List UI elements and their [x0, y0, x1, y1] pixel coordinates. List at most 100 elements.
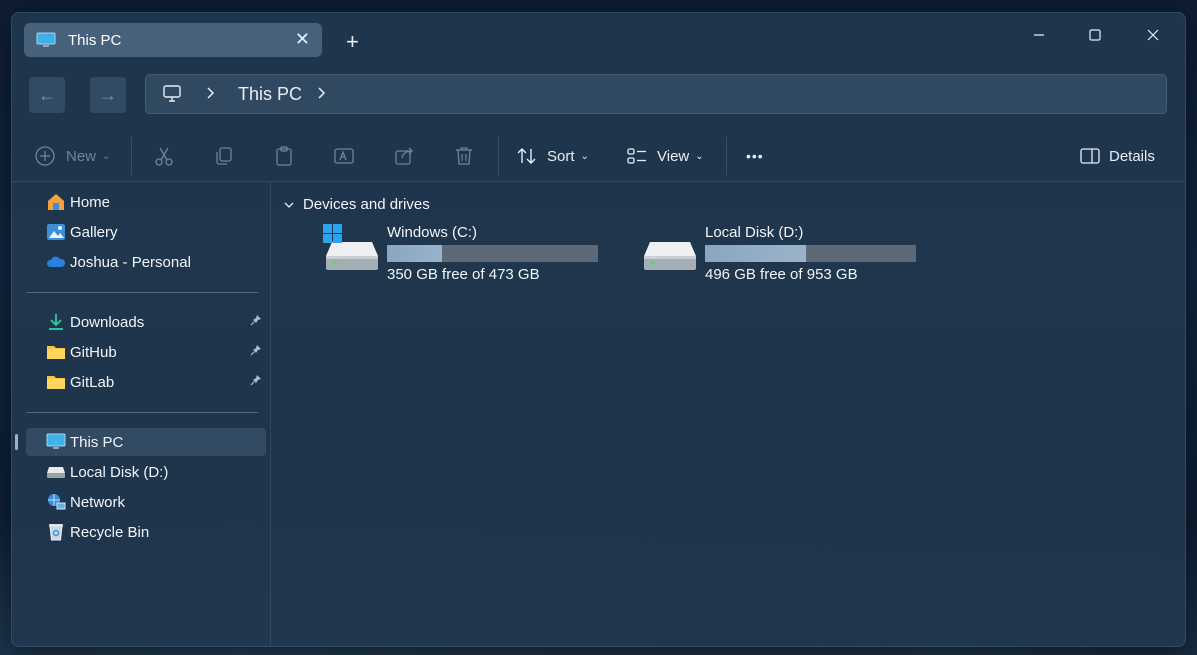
new-button[interactable]: New ⌄: [34, 143, 110, 169]
details-label: Details: [1109, 147, 1155, 165]
drive-usage-bar: [387, 245, 598, 262]
folder-icon: [46, 372, 66, 392]
sidebar-item-label: GitHub: [70, 343, 117, 361]
sidebar-divider: [26, 412, 258, 413]
pin-icon[interactable]: [250, 374, 262, 389]
tab-this-pc[interactable]: This PC ✕: [24, 23, 322, 57]
command-bar: New ⌄ Sort ⌄ View ⌄ ••• Details: [12, 131, 1185, 182]
view-button[interactable]: View ⌄: [626, 143, 704, 169]
sidebar-item-label: Recycle Bin: [70, 523, 150, 541]
clipboard-icon: [276, 146, 292, 166]
sidebar-item-label: Local Disk (D:): [70, 463, 169, 481]
drive-free-space: 496 GB free of 953 GB: [705, 266, 858, 283]
view-list-icon: [627, 148, 646, 164]
sidebar-item-home[interactable]: Home: [26, 188, 266, 216]
new-tab-button[interactable]: +: [346, 31, 359, 53]
folder-icon: [46, 342, 66, 362]
drive-name: Local Disk (D:): [705, 224, 804, 241]
scissors-icon: [155, 147, 173, 166]
home-icon: [46, 192, 66, 212]
more-options-button[interactable]: •••: [746, 143, 764, 169]
active-indicator: [15, 434, 18, 450]
sidebar-divider: [26, 292, 258, 293]
sidebar-item-label: GitLab: [70, 373, 115, 391]
pin-icon[interactable]: [250, 314, 262, 329]
chevron-right-icon[interactable]: [206, 83, 216, 108]
content-pane: Devices and drives Windows (C:) 350 GB f…: [271, 182, 1185, 646]
back-button[interactable]: ←: [29, 77, 65, 113]
details-button[interactable]: Details: [1079, 143, 1155, 169]
view-label: View: [657, 147, 690, 165]
drive-tile-windows-c[interactable]: Windows (C:) 350 GB free of 473 GB: [323, 224, 623, 294]
chevron-right-icon[interactable]: [317, 83, 327, 108]
close-tab-icon[interactable]: ✕: [295, 29, 310, 50]
drive-icon: [46, 462, 66, 482]
drive-free-space: 350 GB free of 473 GB: [387, 266, 540, 283]
breadcrumb-this-pc[interactable]: This PC: [238, 84, 302, 105]
maximize-button[interactable]: [1075, 23, 1115, 47]
sidebar-item-downloads[interactable]: Downloads: [26, 308, 266, 336]
new-label: New: [66, 147, 97, 165]
title-bar: This PC ✕ +: [12, 13, 1185, 63]
rename-icon: [334, 148, 354, 164]
drive-usage-fill: [705, 245, 807, 262]
pin-icon[interactable]: [250, 344, 262, 359]
drive-usage-bar: [705, 245, 916, 262]
drive-name: Windows (C:): [387, 224, 478, 241]
share-button[interactable]: [393, 143, 415, 169]
group-header-devices[interactable]: Devices and drives: [283, 196, 430, 213]
copy-button[interactable]: [213, 143, 235, 169]
windows-drive-icon: [323, 224, 381, 279]
address-bar[interactable]: This PC: [145, 74, 1167, 114]
sidebar-item-this-pc[interactable]: This PC: [26, 428, 266, 456]
sidebar-item-label: Home: [70, 193, 111, 211]
file-explorer-window: This PC ✕ + ← → This PC New ⌄ Sort ⌄ Vie…: [11, 12, 1186, 647]
sidebar-item-label: This PC: [70, 433, 124, 451]
chevron-down-icon: [284, 202, 294, 208]
sort-icon: [517, 148, 536, 164]
toolbar-divider: [498, 137, 499, 175]
trash-icon: [456, 147, 472, 165]
minimize-button[interactable]: [1019, 23, 1059, 47]
sidebar-item-recycle-bin[interactable]: Recycle Bin: [26, 518, 266, 546]
onedrive-icon: [46, 252, 66, 272]
recycle-bin-icon: [46, 522, 66, 542]
monitor-icon: [36, 32, 56, 48]
this-pc-outline-icon: [162, 84, 182, 109]
sort-label: Sort: [547, 147, 575, 165]
toolbar-divider: [131, 137, 132, 175]
sidebar-item-label: Joshua - Personal: [70, 253, 191, 271]
sidebar-item-label: Network: [70, 493, 126, 511]
chevron-down-icon: ⌄: [695, 150, 704, 162]
cut-button[interactable]: [153, 143, 175, 169]
group-title: Devices and drives: [303, 196, 430, 213]
paste-button[interactable]: [273, 143, 295, 169]
forward-button[interactable]: →: [90, 77, 126, 113]
sidebar-item-label: Downloads: [70, 313, 145, 331]
sidebar-item-network[interactable]: Network: [26, 488, 266, 516]
chevron-down-icon: ⌄: [102, 150, 111, 162]
plus-circle-icon: [35, 146, 55, 166]
sidebar-item-onedrive[interactable]: Joshua - Personal: [26, 248, 266, 276]
delete-button[interactable]: [453, 143, 475, 169]
sidebar-item-gitlab[interactable]: GitLab: [26, 368, 266, 396]
sidebar-item-local-disk-d[interactable]: Local Disk (D:): [26, 458, 266, 486]
chevron-down-icon: ⌄: [580, 150, 589, 162]
sidebar-item-gallery[interactable]: Gallery: [26, 218, 266, 246]
network-icon: [46, 492, 66, 512]
copy-icon: [216, 147, 232, 165]
toolbar-divider: [726, 137, 727, 175]
drive-icon: [641, 224, 699, 279]
sidebar-item-github[interactable]: GitHub: [26, 338, 266, 366]
rename-button[interactable]: [333, 143, 355, 169]
downloads-icon: [46, 312, 66, 332]
drive-usage-fill: [387, 245, 442, 262]
sort-button[interactable]: Sort ⌄: [516, 143, 589, 169]
gallery-icon: [46, 222, 66, 242]
this-pc-icon: [46, 432, 66, 452]
drive-tile-local-disk-d[interactable]: Local Disk (D:) 496 GB free of 953 GB: [641, 224, 941, 294]
close-window-button[interactable]: [1133, 23, 1173, 47]
tab-title: This PC: [68, 31, 122, 49]
share-icon: [395, 147, 413, 165]
sidebar-item-label: Gallery: [70, 223, 118, 241]
